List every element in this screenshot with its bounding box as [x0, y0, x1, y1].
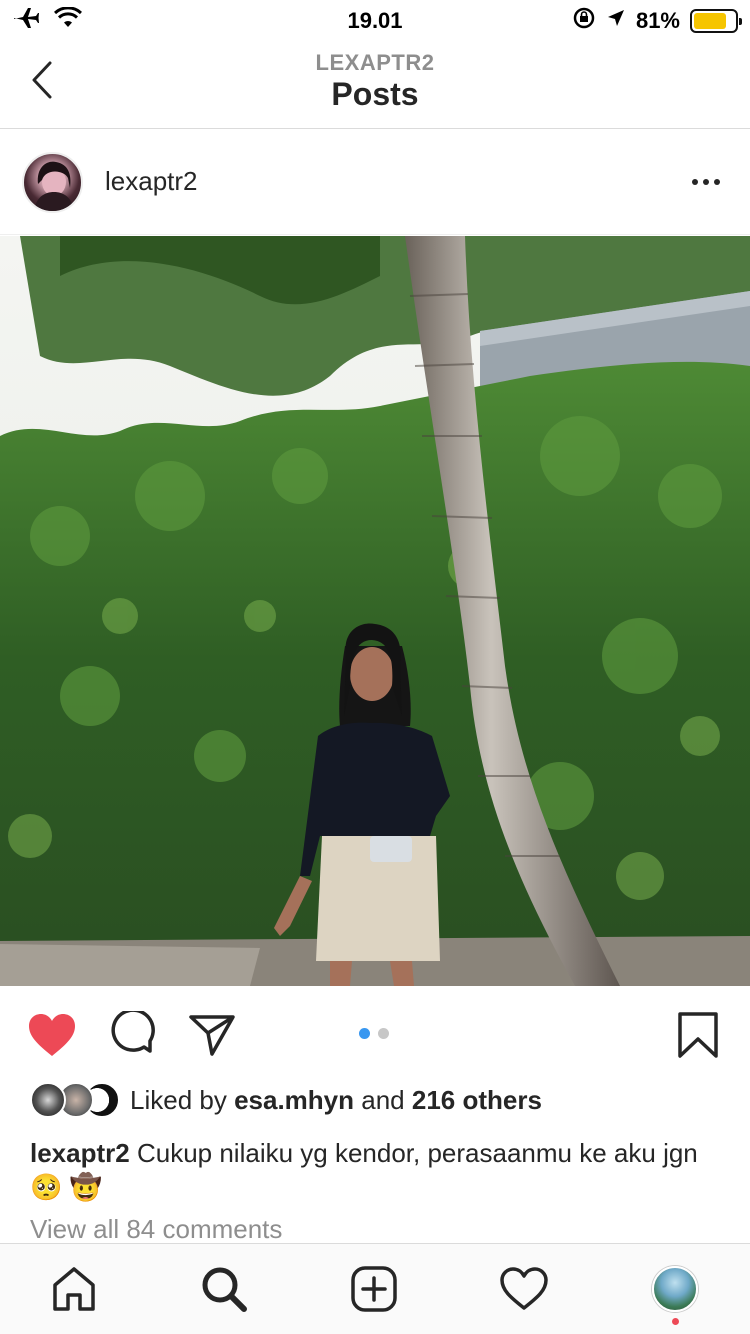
tab-activity[interactable]: [497, 1262, 551, 1316]
liker-others[interactable]: 216 others: [412, 1085, 542, 1115]
more-dot: [703, 179, 709, 185]
comment-button[interactable]: [106, 1010, 158, 1060]
location-arrow-icon: [606, 8, 626, 34]
home-icon: [53, 1267, 95, 1311]
save-button[interactable]: [672, 1010, 724, 1060]
paper-plane-icon: [189, 1015, 235, 1056]
heart-filled-icon: [29, 1014, 75, 1056]
liked-by-label: Liked by: [130, 1084, 227, 1115]
liked-and-label: and: [361, 1084, 405, 1115]
battery-icon: [690, 9, 742, 33]
post-caption: lexaptr2 Cukup nilaiku yg kendor, perasa…: [30, 1136, 720, 1204]
bookmark-icon: [678, 1012, 718, 1058]
status-bar: 19.01 81%: [0, 0, 750, 40]
post-username[interactable]: lexaptr2: [105, 166, 198, 197]
share-button[interactable]: [186, 1010, 238, 1060]
avatar: [30, 1082, 66, 1118]
liker-username[interactable]: esa.mhyn: [234, 1085, 354, 1115]
plus-square-icon: [351, 1266, 397, 1312]
status-right: 81%: [572, 6, 742, 36]
liker-avatars: [30, 1082, 120, 1118]
post-actions: [0, 1000, 750, 1070]
caption-username[interactable]: lexaptr2: [30, 1138, 130, 1168]
post-photo[interactable]: [0, 236, 750, 986]
nav-subtitle: LEXAPTR2: [315, 50, 435, 75]
more-dot: [692, 179, 698, 185]
more-dot: [714, 179, 720, 185]
carousel-dot: [378, 1028, 389, 1039]
tab-home[interactable]: [47, 1262, 101, 1316]
avatar[interactable]: [22, 152, 83, 213]
tab-bar: [0, 1243, 750, 1334]
rotation-lock-icon: [572, 6, 596, 36]
battery-percent: 81%: [635, 8, 680, 33]
caption-text: Cukup nilaiku yg kendor, perasaanmu ke a…: [30, 1138, 698, 1202]
notification-dot: [672, 1318, 679, 1325]
tab-new-post[interactable]: [347, 1262, 401, 1316]
tab-profile[interactable]: [648, 1262, 702, 1316]
post-header: lexaptr2: [0, 130, 750, 235]
tab-search[interactable]: [197, 1262, 251, 1316]
carousel-indicator: [359, 1028, 389, 1039]
view-comments-link[interactable]: View all 84 comments: [30, 1214, 282, 1245]
likes-row[interactable]: Liked by esa.mhyn and 216 others: [30, 1082, 542, 1118]
comment-bubble-icon: [111, 1011, 155, 1053]
more-options-button[interactable]: [690, 170, 722, 194]
likes-text: Liked by esa.mhyn and 216 others: [130, 1085, 542, 1116]
nav-header: LEXAPTR2 Posts: [0, 40, 750, 129]
carousel-dot-active: [359, 1028, 370, 1039]
page-title: Posts: [331, 76, 419, 112]
search-icon: [202, 1267, 247, 1312]
profile-avatar: [652, 1266, 698, 1312]
heart-outline-icon: [500, 1267, 548, 1310]
like-button[interactable]: [26, 1010, 78, 1060]
